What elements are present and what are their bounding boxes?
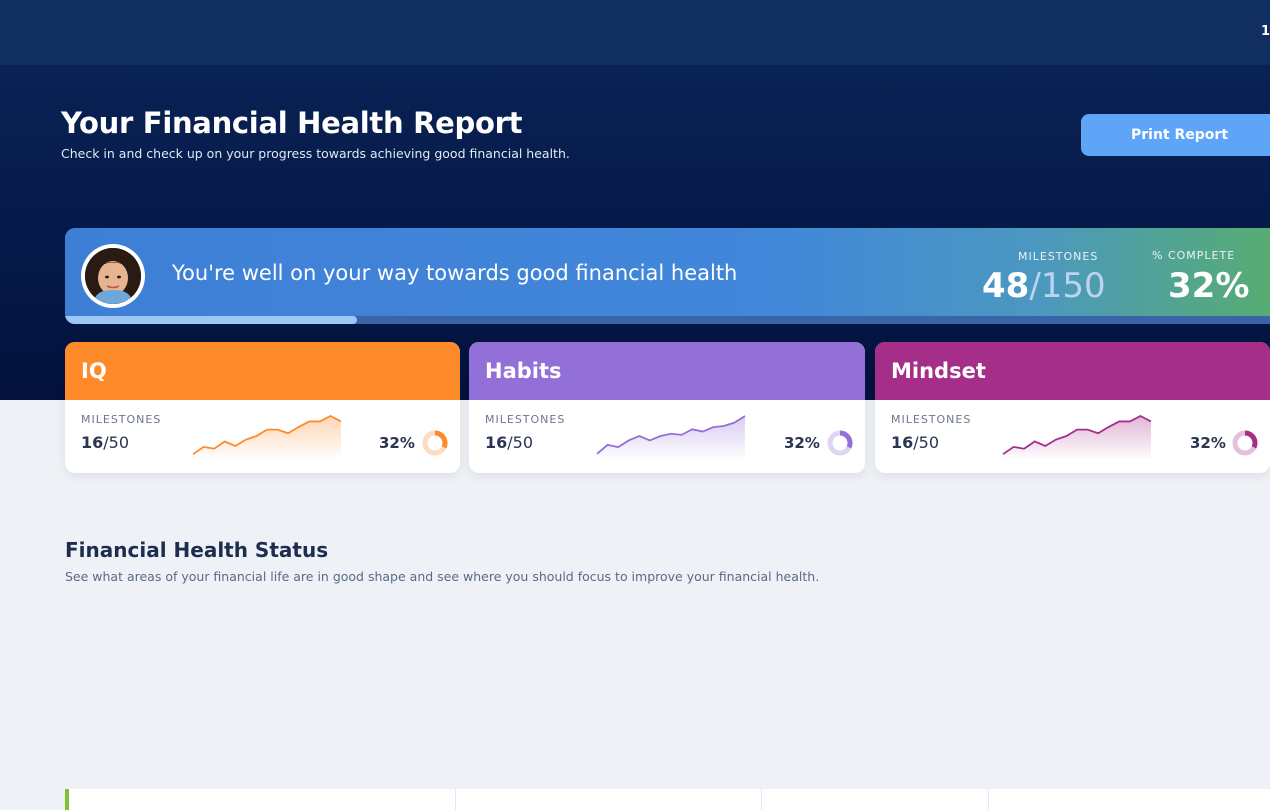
banner-progress-track: [65, 316, 1270, 324]
percent-complete-value: 32%: [1168, 266, 1250, 306]
status-table-row: [65, 789, 1270, 810]
card-milestones-done: 16: [81, 433, 104, 452]
card-milestones-total: 50: [918, 433, 940, 452]
page-subtitle: Check in and check up on your progress t…: [61, 146, 570, 161]
card-body: MILESTONES 16/50 32%: [65, 400, 460, 473]
card-progress-ring-icon: [422, 430, 448, 456]
card-percent: 32%: [1190, 434, 1226, 452]
banner-progress-fill: [65, 316, 357, 324]
status-cell: [761, 789, 762, 810]
card-title: IQ: [81, 359, 107, 383]
card-progress-ring-icon: [1232, 430, 1258, 456]
user-avatar[interactable]: [81, 244, 145, 308]
card-milestones-done: 16: [485, 433, 508, 452]
card-body: MILESTONES 16/50 32%: [875, 400, 1270, 473]
card-milestones-label: MILESTONES: [485, 413, 566, 426]
card-percent: 32%: [379, 434, 415, 452]
card-title: Habits: [485, 359, 562, 383]
milestones-label: MILESTONES: [1018, 250, 1099, 263]
top-bar-edge-text: 1: [1260, 24, 1270, 39]
card-habits[interactable]: Habits MILESTONES 16/50 32%: [469, 342, 865, 473]
status-cell: [455, 789, 456, 810]
card-milestones-value: 16/50: [485, 433, 533, 452]
card-sparkline: [192, 414, 342, 458]
card-header: Habits: [469, 342, 865, 400]
card-progress-ring-icon: [827, 430, 853, 456]
card-milestones-value: 16/50: [81, 433, 129, 452]
percent-complete-label: % COMPLETE: [1152, 249, 1236, 262]
print-report-button[interactable]: Print Report: [1081, 114, 1270, 156]
card-milestones-total: 50: [512, 433, 534, 452]
milestones-total: 150: [1040, 266, 1106, 306]
status-section-title: Financial Health Status: [65, 538, 329, 562]
card-header: IQ: [65, 342, 460, 400]
status-section-subtitle: See what areas of your financial life ar…: [65, 569, 820, 584]
top-bar: 1: [0, 0, 1270, 65]
card-body: MILESTONES 16/50 32%: [469, 400, 865, 473]
milestones-separator: /: [1029, 266, 1041, 306]
card-title: Mindset: [891, 359, 986, 383]
banner-message: You're well on your way towards good fin…: [172, 261, 738, 285]
card-iq[interactable]: IQ MILESTONES 16/50 32%: [65, 342, 460, 473]
card-milestones-total: 50: [108, 433, 130, 452]
status-cell: [988, 789, 989, 810]
card-sparkline: [1002, 414, 1152, 458]
card-mindset[interactable]: Mindset MILESTONES 16/50 32%: [875, 342, 1270, 473]
card-sparkline: [596, 415, 746, 458]
sparkline-area: [597, 416, 745, 458]
page-title: Your Financial Health Report: [61, 106, 523, 140]
card-milestones-done: 16: [891, 433, 914, 452]
card-milestones-label: MILESTONES: [891, 413, 972, 426]
user-avatar-photo-icon: [85, 248, 141, 304]
card-percent: 32%: [784, 434, 820, 452]
progress-banner: You're well on your way towards good fin…: [65, 228, 1270, 324]
milestones-value: 48/150: [982, 266, 1106, 306]
card-milestones-label: MILESTONES: [81, 413, 162, 426]
card-header: Mindset: [875, 342, 1270, 400]
milestones-done: 48: [982, 266, 1030, 306]
card-milestones-value: 16/50: [891, 433, 939, 452]
